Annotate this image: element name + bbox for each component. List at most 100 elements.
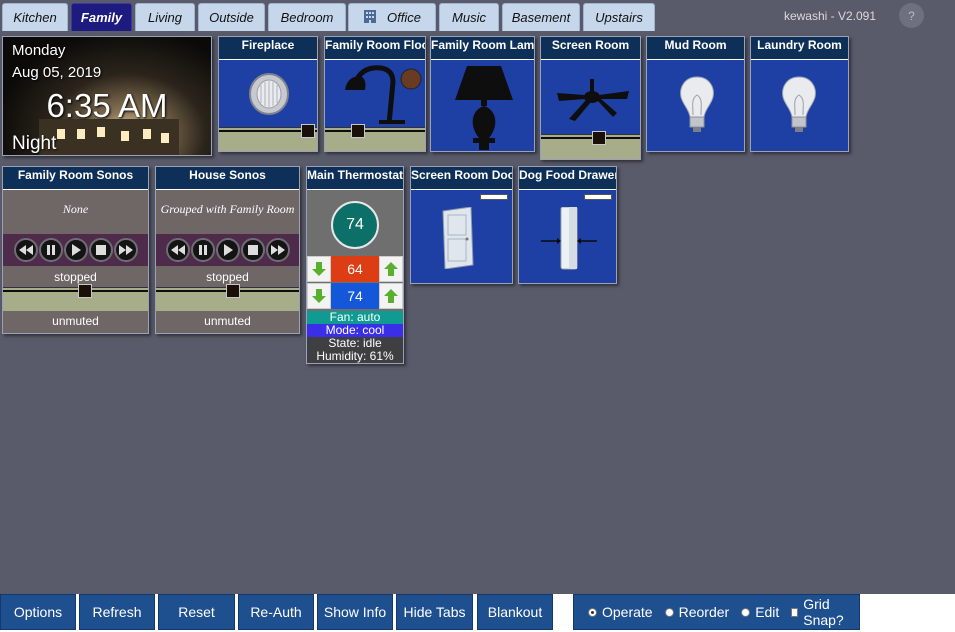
- next-icon[interactable]: [265, 238, 290, 262]
- tab-bedroom[interactable]: Bedroom: [268, 3, 346, 31]
- pause-icon[interactable]: [38, 238, 63, 262]
- current-temperature: 74: [331, 201, 379, 249]
- reset-button[interactable]: Reset: [158, 594, 235, 630]
- status-badge: [480, 194, 508, 200]
- building-icon: [363, 9, 377, 26]
- cool-down-arrow-icon[interactable]: [307, 283, 331, 309]
- recessed-light-icon: [248, 72, 290, 121]
- main-thermostat-tile[interactable]: Main Thermostat 74 64 74 Fan: auto Mode:…: [306, 166, 404, 364]
- cool-setpoint-row: 74: [307, 283, 403, 309]
- clock-tile[interactable]: Monday Aug 05, 2019 6:35 AM Night: [2, 36, 212, 156]
- tile-title: Screen Room Door: [411, 167, 512, 190]
- heat-up-arrow-icon[interactable]: [379, 256, 403, 282]
- status-badge: [584, 194, 612, 200]
- level-slider[interactable]: [219, 124, 317, 151]
- screen-room-tile[interactable]: Screen Room: [540, 36, 641, 160]
- mode-selector: Operate Reorder Edit Grid Snap?: [573, 594, 860, 630]
- reauth-button[interactable]: Re-Auth: [238, 594, 314, 630]
- tab-upstairs[interactable]: Upstairs: [583, 3, 655, 31]
- radio-operate[interactable]: [588, 607, 597, 617]
- bottom-toolbar: Options Refresh Reset Re-Auth Show Info …: [0, 594, 955, 632]
- tab-family[interactable]: Family: [71, 3, 132, 31]
- grid-snap-checkbox[interactable]: [791, 607, 799, 617]
- humidity: Humidity: 61%: [307, 350, 403, 363]
- tab-basement[interactable]: Basement: [502, 3, 580, 31]
- tile-title: Screen Room: [541, 37, 640, 60]
- tab-outside[interactable]: Outside: [198, 3, 265, 31]
- cool-setpoint: 74: [331, 283, 379, 309]
- ceiling-fan-icon: [555, 79, 631, 128]
- playback-status: stopped: [54, 270, 97, 284]
- options-button[interactable]: Options: [0, 594, 76, 630]
- previous-icon[interactable]: [13, 238, 38, 262]
- floor-lamp-icon: [343, 64, 425, 129]
- tile-title: House Sonos: [156, 167, 299, 190]
- mute-status[interactable]: unmuted: [3, 314, 148, 328]
- heat-setpoint-row: 64: [307, 256, 403, 282]
- laundry-room-tile[interactable]: Laundry Room: [750, 36, 849, 152]
- next-icon[interactable]: [113, 238, 138, 262]
- stop-icon[interactable]: [88, 238, 113, 262]
- table-lamp-icon: [453, 64, 515, 151]
- dog-food-drawer-tile[interactable]: Dog Food Drawer: [518, 166, 617, 284]
- cool-up-arrow-icon[interactable]: [379, 283, 403, 309]
- previous-icon[interactable]: [165, 238, 190, 262]
- level-slider[interactable]: [541, 131, 640, 159]
- tab-music[interactable]: Music: [439, 3, 499, 31]
- slider-knob[interactable]: [78, 284, 92, 298]
- door-icon: [441, 206, 475, 274]
- screen-room-door-tile[interactable]: Screen Room Door: [410, 166, 513, 284]
- volume-slider[interactable]: [3, 284, 148, 311]
- tab-living[interactable]: Living: [135, 3, 195, 31]
- mode-operate[interactable]: Operate: [588, 604, 653, 620]
- version-label: kewashi - V2.091: [783, 9, 877, 23]
- house-sonos-tile[interactable]: House Sonos Grouped with Family Room sto…: [155, 166, 300, 334]
- refresh-button[interactable]: Refresh: [79, 594, 155, 630]
- heat-down-arrow-icon[interactable]: [307, 256, 331, 282]
- slider-knob[interactable]: [226, 284, 240, 298]
- fireplace-tile[interactable]: Fireplace: [218, 36, 318, 152]
- radio-reorder[interactable]: [664, 607, 674, 617]
- slider-knob[interactable]: [301, 124, 315, 138]
- tab-kitchen[interactable]: Kitchen: [2, 3, 68, 31]
- hide-tabs-button[interactable]: Hide Tabs: [396, 594, 473, 630]
- media-controls: [156, 234, 299, 266]
- volume-slider[interactable]: [156, 284, 299, 311]
- tab-bar: Kitchen Family Living Outside Bedroom Of…: [0, 0, 955, 32]
- slider-knob[interactable]: [351, 124, 365, 138]
- mud-room-tile[interactable]: Mud Room: [646, 36, 745, 152]
- tile-title: Fireplace: [219, 37, 317, 60]
- light-bulb-icon: [781, 75, 817, 138]
- track-name: None: [62, 202, 89, 216]
- tile-title: Family Room Sonos: [3, 167, 148, 190]
- stop-icon[interactable]: [240, 238, 265, 262]
- family-room-floor-tile[interactable]: Family Room Floor: [324, 36, 426, 152]
- media-controls: [3, 234, 148, 266]
- radio-edit[interactable]: [741, 607, 751, 617]
- clock-time: 6:35 AM: [46, 87, 168, 124]
- tile-title: Main Thermostat: [307, 167, 403, 190]
- blankout-button[interactable]: Blankout: [477, 594, 553, 630]
- tile-title: Laundry Room: [751, 37, 848, 60]
- mute-status[interactable]: unmuted: [156, 314, 299, 328]
- track-name: Grouped with Family Room: [160, 202, 295, 216]
- play-icon[interactable]: [63, 238, 88, 262]
- grid-snap-toggle[interactable]: Grid Snap?: [791, 596, 853, 628]
- clock-date: Aug 05, 2019: [12, 64, 102, 81]
- heat-setpoint: 64: [331, 256, 379, 282]
- tab-office[interactable]: Office: [348, 3, 436, 31]
- slider-knob[interactable]: [592, 131, 606, 145]
- family-room-lamp-tile[interactable]: Family Room Lamp: [430, 36, 535, 152]
- pause-icon[interactable]: [190, 238, 215, 262]
- play-icon[interactable]: [215, 238, 240, 262]
- help-button[interactable]: ?: [899, 3, 924, 28]
- level-slider[interactable]: [325, 124, 425, 151]
- family-room-sonos-tile[interactable]: Family Room Sonos None stopped unmuted: [2, 166, 149, 334]
- tile-title: Dog Food Drawer: [519, 167, 616, 190]
- contact-sensor-icon: [539, 206, 599, 276]
- mode-reorder[interactable]: Reorder: [664, 604, 729, 620]
- mode-edit[interactable]: Edit: [741, 604, 779, 620]
- clock-mode: Night: [12, 133, 57, 154]
- playback-status: stopped: [206, 270, 249, 284]
- show-info-button[interactable]: Show Info: [317, 594, 393, 630]
